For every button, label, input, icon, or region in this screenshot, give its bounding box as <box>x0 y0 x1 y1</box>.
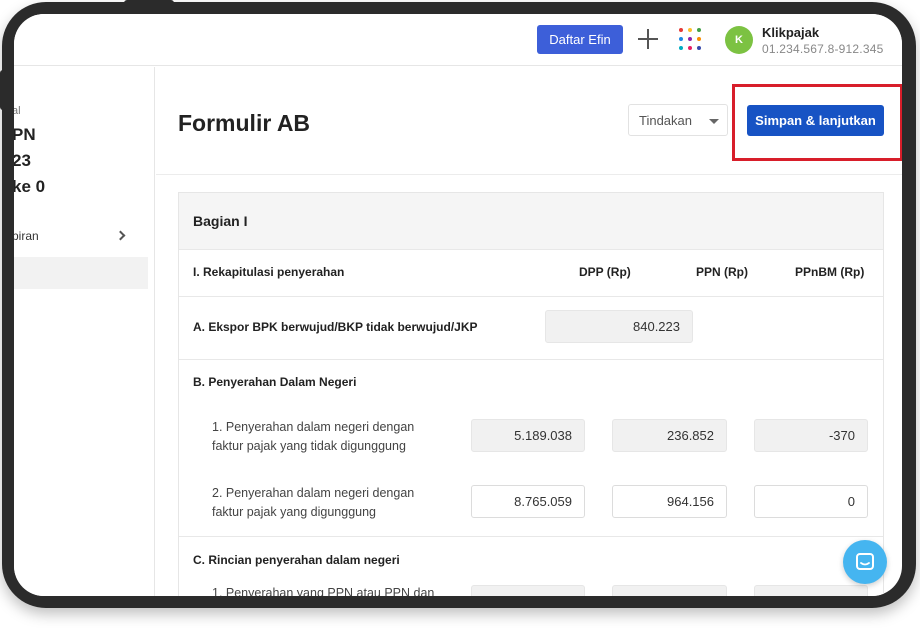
header-divider <box>156 174 902 175</box>
tindakan-label: Tindakan <box>639 113 692 128</box>
section-title: Bagian I <box>193 213 248 229</box>
chevron-right-icon[interactable] <box>115 230 126 241</box>
caret-down-icon <box>709 119 719 124</box>
sidebar-item-lampiran[interactable]: piran <box>14 229 39 243</box>
user-npwp: 01.234.567.8-912.345 <box>762 42 884 56</box>
avatar[interactable]: K <box>725 26 753 54</box>
sidebar-item-active[interactable] <box>14 257 148 289</box>
sidebar-heading-line: PN <box>14 125 36 144</box>
row-divider <box>179 536 883 537</box>
daftar-efin-button[interactable]: Daftar Efin <box>537 25 623 54</box>
row-c1-dpp-value <box>471 585 585 596</box>
grid-dot <box>688 46 692 50</box>
column-header-ppnbm: PPnBM (Rp) <box>795 265 865 279</box>
plus-icon[interactable] <box>638 29 658 49</box>
row-b2-dpp-input[interactable]: 8.765.059 <box>471 485 585 518</box>
section-header: Bagian I <box>179 193 883 249</box>
grid-dot <box>697 28 701 32</box>
tablet-top-button <box>124 0 174 6</box>
row-c1-ppnbm-value <box>754 585 868 596</box>
row-b1-ppn-value: 236.852 <box>612 419 727 452</box>
row-b2-label-line1: 2. Penyerahan dalam negeri dengan <box>212 486 415 500</box>
row-c1-ppn-value <box>612 585 727 596</box>
row-c1-label-line1: 1. Penyerahan yang PPN atau PPN dan <box>212 586 435 596</box>
grid-dot <box>688 28 692 32</box>
top-bar: Daftar Efin K Klikpajak 01.234.567.8-912… <box>14 14 902 66</box>
row-b2-ppnbm-input[interactable]: 0 <box>754 485 868 518</box>
recap-header-label: I. Rekapitulasi penyerahan <box>193 265 345 279</box>
page-title: Formulir AB <box>178 110 311 136</box>
row-b1-dpp-value: 5.189.038 <box>471 419 585 452</box>
row-b2-ppn-input[interactable]: 964.156 <box>612 485 727 518</box>
section-c-label: C. Rincian penyerahan dalam negeri <box>193 553 400 567</box>
grid-dot <box>688 37 692 41</box>
row-b2-label-line2: faktur pajak yang digunggung <box>212 505 377 519</box>
row-divider <box>179 249 883 250</box>
sidebar-heading-line: 23 <box>14 151 31 170</box>
grid-dot <box>697 37 701 41</box>
apps-grid-icon[interactable] <box>679 28 701 50</box>
chat-icon[interactable] <box>843 540 887 584</box>
screen: Daftar Efin K Klikpajak 01.234.567.8-912… <box>14 14 902 596</box>
user-name[interactable]: Klikpajak <box>762 25 819 40</box>
sidebar-heading-line: ke 0 <box>14 177 46 196</box>
row-b1-label-line2: faktur pajak yang tidak digunggung <box>212 439 406 453</box>
tablet-side-button <box>0 70 6 110</box>
row-b1-ppnbm-value: -370 <box>754 419 868 452</box>
form-card: Bagian I I. Rekapitulasi penyerahan DPP … <box>178 192 884 596</box>
row-a-dpp-value: 840.223 <box>545 310 693 343</box>
column-header-dpp: DPP (Rp) <box>579 265 631 279</box>
column-header-ppn: PPN (Rp) <box>696 265 748 279</box>
sidebar: al PN 23 ke 0 piran <box>14 67 155 596</box>
tindakan-dropdown[interactable]: Tindakan <box>628 104 728 136</box>
sidebar-caption: al <box>14 105 21 117</box>
grid-dot <box>679 46 683 50</box>
chat-glyph <box>856 553 874 570</box>
row-a-label: A. Ekspor BPK berwujud/BKP tidak berwuju… <box>193 320 478 334</box>
row-b1-label-line1: 1. Penyerahan dalam negeri dengan <box>212 420 415 434</box>
grid-dot <box>697 46 701 50</box>
grid-dot <box>679 37 683 41</box>
save-and-continue-button[interactable]: Simpan & lanjutkan <box>747 105 884 136</box>
row-divider <box>179 296 883 297</box>
row-divider <box>179 359 883 360</box>
section-b-label: B. Penyerahan Dalam Negeri <box>193 375 357 389</box>
grid-dot <box>679 28 683 32</box>
